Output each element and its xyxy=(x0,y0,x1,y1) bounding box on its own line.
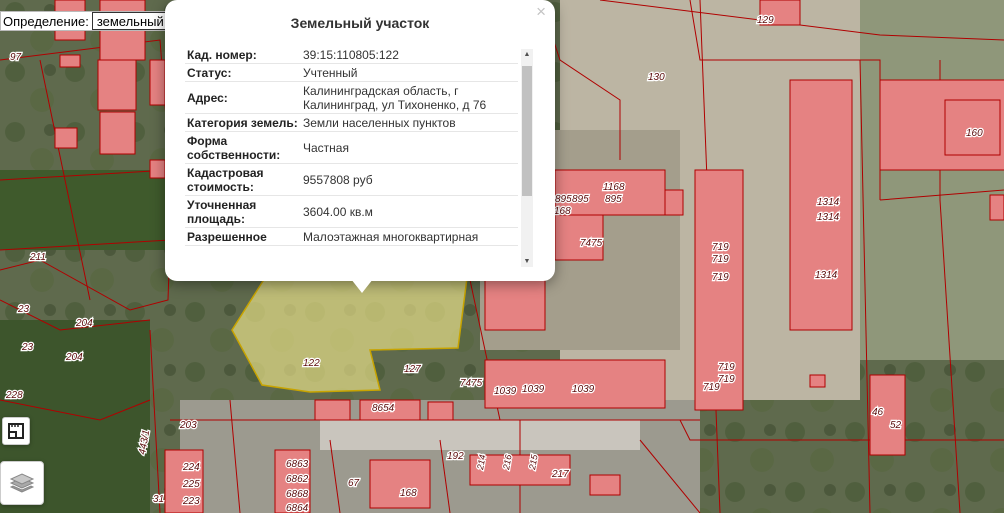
parcel-label: 1314 xyxy=(815,270,838,281)
layers-button[interactable] xyxy=(0,461,44,505)
attribute-row: Форма собственности: Частная xyxy=(185,131,518,164)
parcel-label: 228 xyxy=(5,390,23,401)
parcel-label: 127 xyxy=(404,364,421,375)
attribute-key: Форма собственности: xyxy=(185,131,301,164)
parcel-label: 895 xyxy=(572,194,589,205)
parcel-label: 160 xyxy=(966,128,983,139)
parcel-label: 1314 xyxy=(817,197,840,208)
parcel-label: 719 xyxy=(718,374,735,385)
parcel-label: 46 xyxy=(872,407,884,418)
parcel-label: 719 xyxy=(712,272,729,283)
parcel-label: 168 xyxy=(554,206,571,217)
parcel-label: 1039 xyxy=(572,384,595,395)
measure-button[interactable] xyxy=(2,417,30,445)
parcel-label: 23 xyxy=(21,342,34,353)
attribute-key: Уточненная площадь: xyxy=(185,195,301,228)
attribute-table: Кад. номер: 39:15:110805:122 Статус: Учтенн… xyxy=(185,46,518,246)
parcel-label: 6864 xyxy=(286,503,309,513)
ruler-icon xyxy=(8,423,24,439)
parcel-label: 23 xyxy=(17,304,30,315)
layers-icon xyxy=(9,473,35,493)
attribute-value: Малоэтажная многоквартирная xyxy=(301,227,518,246)
parcel-label: 719 xyxy=(712,254,729,265)
parcel-label: 719 xyxy=(712,242,729,253)
attribute-row: Кадастровая стоимость: 9557808 руб xyxy=(185,163,518,196)
parcel-info-popup: × Земельный участок Кад. номер: 39:15:110… xyxy=(165,0,555,281)
attribute-value: 3604.00 кв.м xyxy=(301,195,518,228)
attribute-row: Разрешенное Малоэтажная многоквартирная xyxy=(185,227,518,246)
parcel-label: 217 xyxy=(551,469,569,480)
parcel-label: 1314 xyxy=(817,212,840,223)
attribute-row: Статус: Учтенный xyxy=(185,63,518,82)
east-ground-area xyxy=(860,0,1004,360)
popup-pointer xyxy=(351,279,373,293)
parcel-label: 225 xyxy=(182,479,200,490)
parcel-label: 223 xyxy=(182,496,200,507)
attribute-key: Кад. номер: xyxy=(185,46,301,64)
attribute-key: Разрешенное xyxy=(185,227,301,246)
attribute-row: Адрес: Калининградская область, г Калинин… xyxy=(185,81,518,114)
green-strip xyxy=(0,170,170,250)
parcel-label: 719 xyxy=(703,382,720,393)
attribute-value: Земли населенных пунктов xyxy=(301,113,518,132)
selected-parcel-label: 122 xyxy=(303,358,320,369)
popup-title: Земельный участок xyxy=(290,15,430,31)
parcel-label: 224 xyxy=(182,462,200,473)
parcel-label: 192 xyxy=(447,451,464,462)
attribute-key: Адрес: xyxy=(185,81,301,114)
attribute-value: 9557808 руб xyxy=(301,163,518,196)
parcel-label: 8654 xyxy=(372,403,395,414)
parcel-label: 130 xyxy=(648,72,665,83)
parcel-label: 211 xyxy=(29,252,46,263)
scrollbar-thumb[interactable] xyxy=(522,66,532,196)
attribute-value: Калининградская область, г Калининград, … xyxy=(301,81,518,114)
parcel-label: 31 xyxy=(153,494,164,505)
popup-attributes[interactable]: Кад. номер: 39:15:110805:122 Статус: Учтенн… xyxy=(185,46,518,268)
parcel-label: 168 xyxy=(400,488,417,499)
attribute-value: 39:15:110805:122 xyxy=(301,46,518,64)
parcel-label: 204 xyxy=(75,318,93,329)
parcel-label: 895 xyxy=(555,194,572,205)
parcel-label: 6862 xyxy=(286,474,309,485)
parcel-label: 129 xyxy=(757,15,774,26)
attribute-value: Учтенный xyxy=(301,63,518,82)
parcel-label: 97 xyxy=(10,52,22,63)
attribute-row: Кад. номер: 39:15:110805:122 xyxy=(185,46,518,64)
parcel-label: 67 xyxy=(348,478,360,489)
attribute-key: Категория земель: xyxy=(185,113,301,132)
parcel-label: 204 xyxy=(65,352,83,363)
popup-scrollbar[interactable]: ▲ ▼ xyxy=(521,49,533,267)
parcel-label: 1168 xyxy=(603,182,625,193)
attribute-row: Уточненная площадь: 3604.00 кв.м xyxy=(185,195,518,228)
parcel-label: 7475 xyxy=(580,238,603,249)
attribute-key: Статус: xyxy=(185,63,301,82)
parcel-label: 203 xyxy=(179,420,197,431)
attribute-row: Категория земель: Земли населенных пункто… xyxy=(185,113,518,132)
parcel-label: 1039 xyxy=(494,386,517,397)
scroll-up-icon[interactable]: ▲ xyxy=(521,51,533,58)
parcel-label: 52 xyxy=(890,420,902,431)
south-road-area xyxy=(320,420,640,450)
parcel-label: 7475 xyxy=(460,378,483,389)
parcel-label: 1039 xyxy=(522,384,545,395)
parcel-label: 6868 xyxy=(286,489,309,500)
parcel-label: 719 xyxy=(718,362,735,373)
parcel-label: 6863 xyxy=(286,459,309,470)
attribute-value: Частная xyxy=(301,131,518,164)
scroll-down-icon[interactable]: ▼ xyxy=(521,258,533,265)
definition-label: Определение: xyxy=(3,13,89,29)
parcel-label: 895 xyxy=(605,194,622,205)
attribute-key: Кадастровая стоимость: xyxy=(185,163,301,196)
